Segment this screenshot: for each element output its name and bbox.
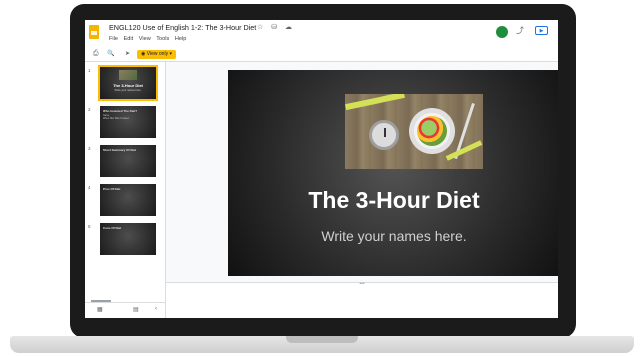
thumb-body: Name When Diet Was Created (103, 114, 129, 120)
thumb-title: Pros Of Diet (103, 187, 121, 191)
list-view-icon[interactable]: ▤ (133, 306, 139, 313)
current-slide[interactable]: The 3-Hour Diet Write your names here. (228, 70, 558, 276)
thumb-title: Short Summary Of Diet (103, 148, 137, 152)
slide-thumb-4[interactable]: Pros Of Diet (100, 184, 156, 216)
top-bar: ENGL120 Use of English 1-2: The 3-Hour D… (85, 20, 558, 48)
document-title[interactable]: ENGL120 Use of English 1-2: The 3-Hour D… (109, 23, 256, 32)
slide-subtitle[interactable]: Write your names here. (228, 228, 558, 244)
thumb-title: Cons Of Diet (103, 226, 122, 230)
slide-thumb-5[interactable]: Cons Of Diet (100, 223, 156, 255)
toolbar: ⎙ 🔍 ➤ ◉ View only ▾ (85, 48, 558, 62)
menu-bar: File Edit View Tools Help (109, 36, 190, 42)
thumb-image (119, 70, 137, 80)
menu-file[interactable]: File (109, 36, 118, 42)
salad (417, 116, 447, 146)
view-only-button[interactable]: ◉ View only ▾ (137, 50, 176, 59)
menu-view[interactable]: View (139, 36, 151, 42)
diet-photo[interactable] (345, 94, 483, 169)
slide-title[interactable]: The 3-Hour Diet (228, 187, 558, 214)
slide-number: 5 (88, 224, 91, 229)
menu-edit[interactable]: Edit (124, 36, 134, 42)
clock-icon (369, 120, 399, 150)
notes-resize-handle[interactable]: ••• (347, 281, 377, 287)
activity-trend-icon[interactable]: ⤴ (516, 25, 524, 36)
slide-number: 1 (88, 68, 91, 73)
chevron-down-icon: ▾ (168, 51, 172, 57)
slide-thumb-3[interactable]: Short Summary Of Diet (100, 145, 156, 177)
slide-thumb-2[interactable]: Who Invented The Diet? Name When Diet Wa… (100, 106, 156, 138)
menu-help[interactable]: Help (175, 36, 187, 42)
zoom-icon[interactable]: 🔍 (107, 50, 114, 57)
slide-canvas: The 3-Hour Diet Write your names here. (166, 62, 558, 282)
measuring-tape (345, 94, 405, 111)
present-icon[interactable]: ▶ (535, 26, 548, 35)
view-only-label: View only (146, 51, 169, 57)
collapse-icon[interactable]: ‹ (155, 306, 157, 312)
grid-view-icon[interactable]: ▦ (97, 306, 103, 313)
menu-tools[interactable]: Tools (156, 36, 169, 42)
thumb-title: The 3-Hour Diet (113, 83, 143, 88)
filmstrip-footer: ▦ ▤ ‹ (85, 302, 165, 318)
screen: ENGL120 Use of English 1-2: The 3-Hour D… (85, 20, 558, 318)
pointer-icon[interactable]: ➤ (125, 50, 130, 57)
slide-number: 2 (88, 107, 91, 112)
print-icon[interactable]: ⎙ (93, 50, 99, 58)
slide-filmstrip: 1 The 3-Hour Diet Write your names here.… (85, 62, 166, 318)
avatar[interactable] (496, 26, 508, 38)
slide-number: 4 (88, 185, 91, 190)
slide-number: 3 (88, 146, 91, 151)
speaker-notes[interactable]: ••• (166, 281, 558, 318)
thumb-title: Who Invented The Diet? (103, 109, 138, 113)
slide-thumb-1[interactable]: The 3-Hour Diet Write your names here. (98, 65, 158, 101)
star-move-cloud-icons[interactable]: ☆ ⛁ ☁ (257, 23, 295, 31)
thumb-subtitle: Write your names here. (114, 89, 142, 92)
slides-logo-icon[interactable] (89, 25, 99, 39)
laptop-notch (286, 336, 358, 343)
